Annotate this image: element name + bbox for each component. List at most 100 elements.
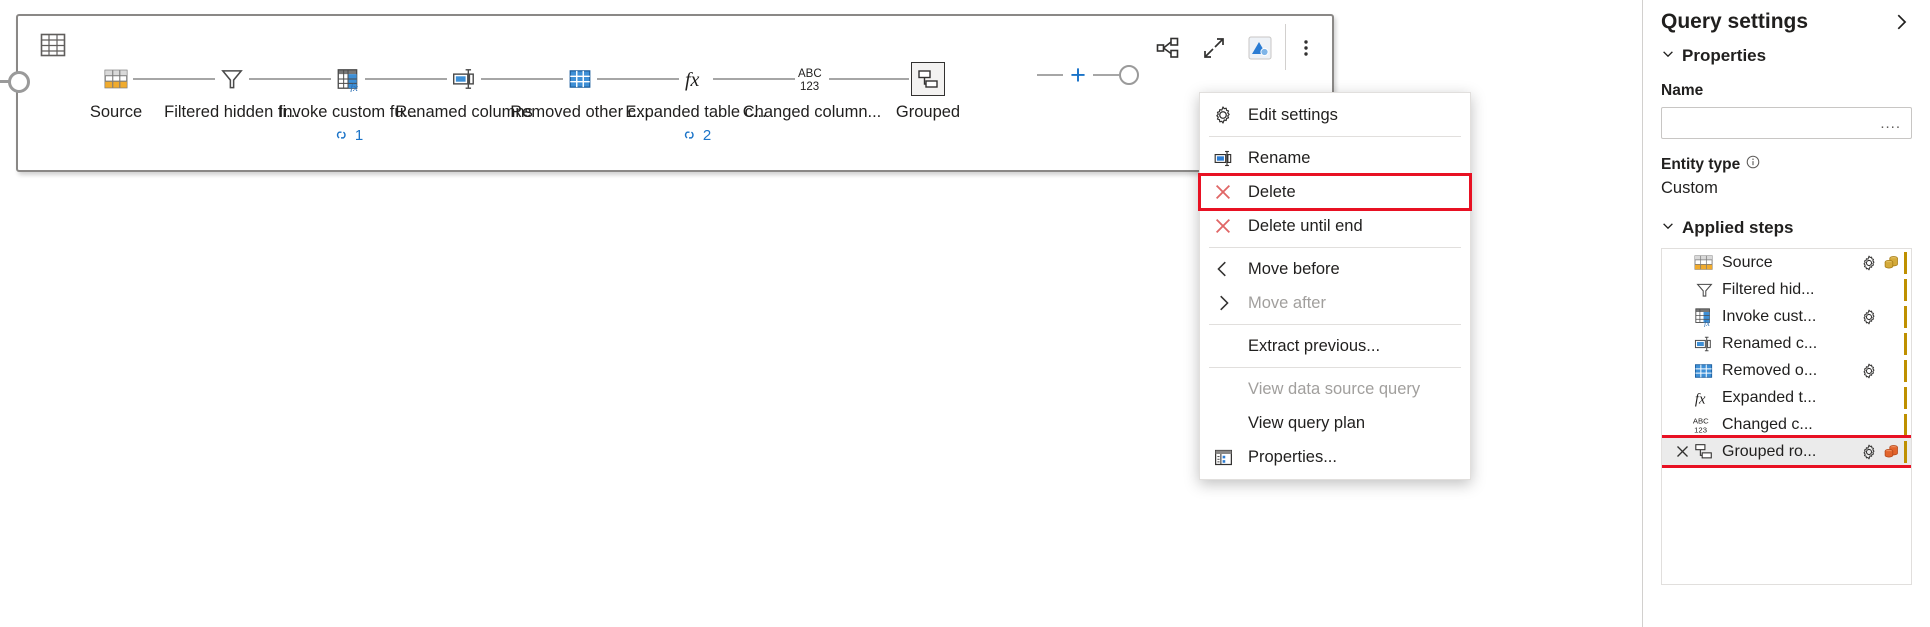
applied-steps-section-header[interactable]: Applied steps	[1661, 218, 1912, 238]
applied-step-row-removed-other[interactable]: Removed o...	[1662, 357, 1911, 384]
tail-connector	[1037, 74, 1063, 76]
entity-type-label: Entity type	[1661, 155, 1912, 174]
filter-funnel-icon	[215, 62, 249, 96]
delete-step-icon[interactable]	[1672, 444, 1692, 459]
rename-column-icon	[447, 62, 481, 96]
applied-step-row-invoke-custom[interactable]: fx Invoke cust...	[1662, 303, 1911, 330]
gear-icon[interactable]	[1858, 362, 1880, 380]
applied-step-label: Invoke cust...	[1722, 307, 1817, 325]
input-connector-socket[interactable]	[8, 71, 30, 93]
context-menu-item-label: View data source query	[1248, 379, 1421, 398]
applied-step-label: Filtered hid...	[1722, 280, 1815, 298]
step-connector	[704, 78, 804, 80]
diagram-step-source[interactable]: Source	[58, 60, 224, 144]
applied-step-row-source[interactable]: Source	[1662, 249, 1911, 276]
diagram-step-removed-other-columns[interactable]: Removed other c...	[510, 60, 688, 144]
applied-step-label: Expanded t...	[1722, 388, 1817, 406]
group-rows-icon	[1692, 442, 1716, 462]
query-settings-sidebar: Query settings Properties Name Entity ty…	[1642, 0, 1930, 627]
context-menu-item-rename[interactable]: Rename	[1200, 141, 1470, 175]
step-indicator-bar	[1904, 305, 1907, 328]
collapse-icon[interactable]	[1200, 34, 1228, 62]
filter-funnel-icon	[1692, 280, 1716, 300]
diagram-step-label: Changed column...	[742, 103, 882, 121]
svg-text:fx: fx	[350, 82, 358, 92]
rename-column-icon	[1692, 334, 1716, 354]
name-label-text: Name	[1661, 82, 1704, 99]
properties-section-header[interactable]: Properties	[1661, 46, 1912, 66]
diagram-toolbar	[1154, 34, 1320, 62]
step-indicator-bar	[1904, 413, 1907, 436]
gear-icon[interactable]	[1858, 254, 1880, 272]
info-icon[interactable]	[1746, 155, 1760, 174]
context-menu-item-label: Edit settings	[1248, 105, 1338, 124]
remove-columns-icon	[563, 62, 597, 96]
menu-separator	[1209, 247, 1461, 248]
context-menu-item-move-before[interactable]: Move before	[1200, 252, 1470, 286]
chevron-down-icon	[1661, 219, 1675, 238]
fx-icon: fx	[679, 62, 713, 96]
fx-icon: fx	[1692, 388, 1716, 408]
context-menu-item-view-query-plan[interactable]: View query plan	[1200, 406, 1470, 440]
context-menu-item-edit-settings[interactable]: Edit settings	[1200, 98, 1470, 132]
context-menu-item-label: Rename	[1248, 148, 1311, 167]
applied-step-row-renamed-columns[interactable]: Renamed c...	[1662, 330, 1911, 357]
delete-x-icon	[1210, 215, 1236, 237]
name-input[interactable]	[1661, 107, 1912, 139]
context-menu-item-delete-until-end[interactable]: Delete until end	[1200, 209, 1470, 243]
gear-icon[interactable]	[1858, 443, 1880, 461]
diagram-step-label: Source	[89, 103, 143, 121]
data-preview-icon[interactable]	[1246, 34, 1274, 62]
output-connector-socket[interactable]	[1119, 65, 1139, 85]
diagram-step-invoke-custom-function[interactable]: fx Invoke custom fu... 1	[279, 60, 456, 144]
applied-step-row-changed-column-type[interactable]: ABC 123 Changed c...	[1662, 411, 1911, 438]
abc123-icon: ABC 123	[1692, 415, 1716, 435]
context-menu-item-move-after: Move after	[1200, 286, 1470, 320]
step-indicator-bar	[1904, 278, 1907, 301]
query-diagram-panel: Source Filtered hidden fi... fx Invoke c…	[0, 14, 1334, 172]
menu-separator	[1209, 324, 1461, 325]
step-indicator-bar	[1904, 359, 1907, 382]
context-menu-item-label: View query plan	[1248, 413, 1366, 432]
entity-type-label-text: Entity type	[1661, 155, 1741, 173]
context-menu-item-label: Move before	[1248, 259, 1340, 278]
menu-separator	[1209, 136, 1461, 137]
applied-step-row-filtered-hidden[interactable]: Filtered hid...	[1662, 276, 1911, 303]
applied-step-label: Source	[1722, 253, 1773, 271]
chevron-right-icon[interactable]	[1890, 11, 1912, 33]
context-menu-item-properties[interactable]: Properties...	[1200, 440, 1470, 474]
gear-icon	[1210, 104, 1236, 126]
applied-step-label: Changed c...	[1722, 415, 1813, 433]
step-connector	[356, 78, 456, 80]
step-link-count: 1	[354, 127, 364, 144]
data-source-icon	[1880, 254, 1902, 271]
diagram-steps-row: Source Filtered hidden fi... fx Invoke c…	[58, 60, 986, 144]
context-menu-item-extract-previous[interactable]: Extract previous...	[1200, 329, 1470, 363]
rename-icon	[1210, 147, 1236, 169]
applied-step-row-grouped-rows[interactable]: Grouped ro...	[1662, 435, 1911, 468]
step-indicator-bar	[1904, 251, 1907, 274]
applied-step-row-expanded-table[interactable]: fx Expanded t...	[1662, 384, 1911, 411]
step-link-badge[interactable]: 1	[333, 127, 363, 144]
diagram-step-label: Grouped	[895, 103, 961, 121]
applied-step-label: Renamed c...	[1722, 334, 1818, 352]
context-menu-item-delete[interactable]: Delete	[1198, 173, 1472, 211]
diagram-step-expanded-table-column[interactable]: fx Expanded table c... 2	[625, 60, 804, 144]
gear-icon[interactable]	[1858, 308, 1880, 326]
more-options-icon[interactable]	[1292, 34, 1320, 62]
context-menu-item-label: Extract previous...	[1248, 336, 1381, 355]
section-label: Applied steps	[1682, 218, 1794, 237]
applied-step-label: Grouped ro...	[1722, 442, 1817, 460]
diagram-step-renamed-columns[interactable]: Renamed columns	[395, 60, 572, 144]
menu-separator	[1209, 367, 1461, 368]
diagram-view-icon[interactable]	[1154, 34, 1182, 62]
add-step-button[interactable]: +	[1063, 60, 1093, 90]
invoke-function-icon: fx	[1692, 307, 1716, 327]
svg-text:123: 123	[800, 81, 819, 93]
step-link-badge[interactable]: 2	[681, 127, 711, 144]
invoke-function-icon: fx	[331, 62, 365, 96]
diagram-step-filtered-hidden-fields[interactable]: Filtered hidden fi...	[164, 60, 340, 144]
context-menu-item-label: Move after	[1248, 293, 1326, 312]
diagram-step-grouped[interactable]: Grouped	[870, 60, 986, 144]
diagram-step-changed-column-type[interactable]: ABC 123 Changed column...	[743, 60, 920, 144]
